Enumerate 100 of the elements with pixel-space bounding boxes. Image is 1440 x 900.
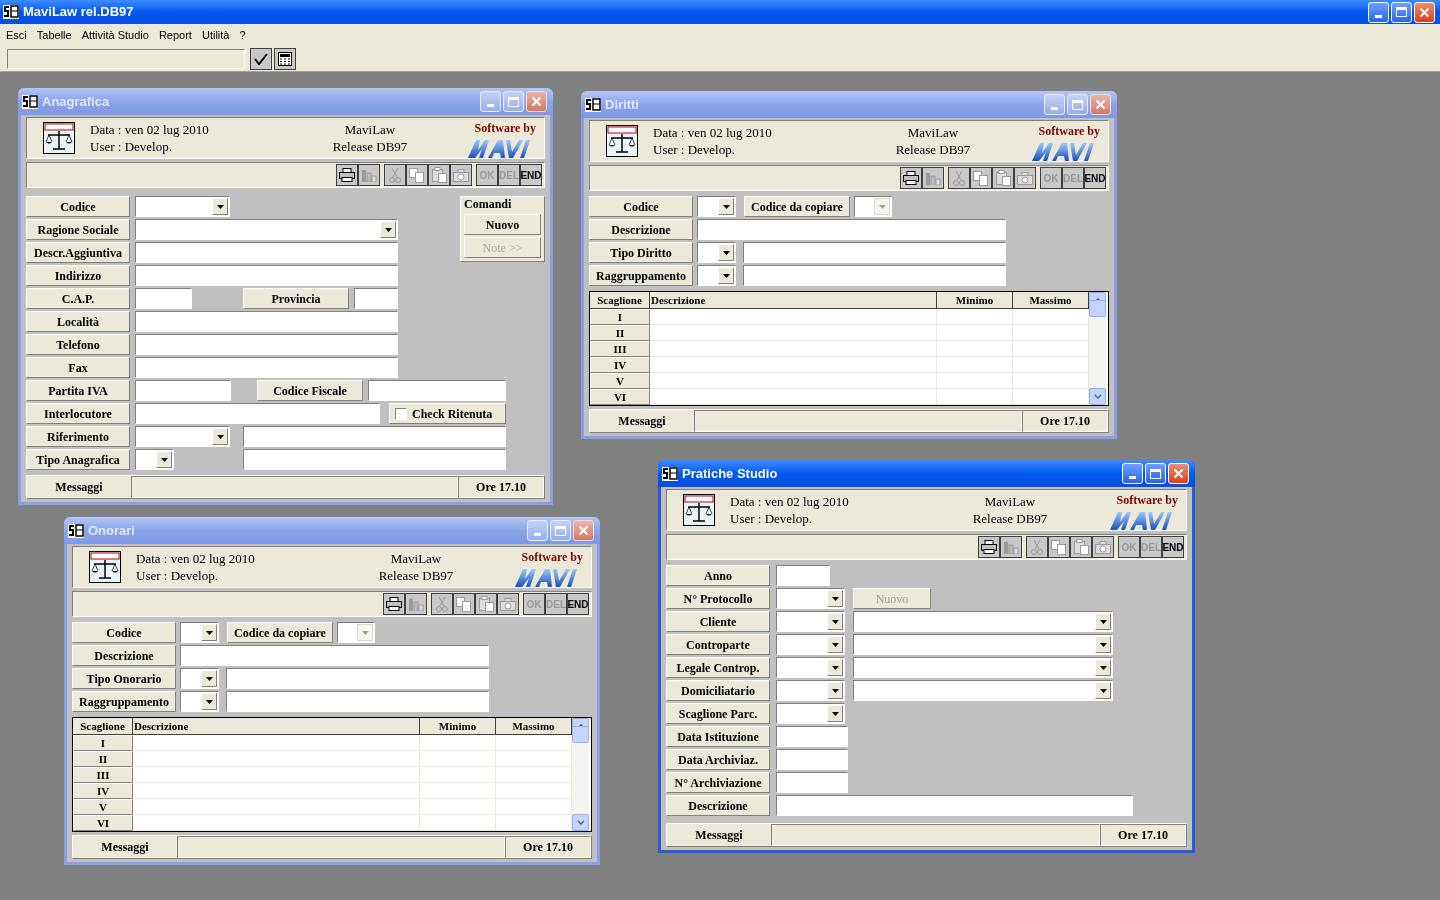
status-label: Messaggi (100, 839, 150, 856)
scrollbar[interactable] (1089, 292, 1106, 405)
toolbar-button[interactable]: END (1084, 167, 1106, 189)
text-field[interactable] (226, 668, 489, 689)
scroll-thumb[interactable] (1089, 300, 1106, 317)
row-header: V (590, 373, 650, 389)
dropdown-field[interactable] (853, 657, 1113, 678)
caret-icon (874, 198, 890, 215)
text-field[interactable] (743, 265, 1006, 286)
dropdown-field[interactable] (135, 196, 230, 217)
field-label: Data Istituzione (666, 726, 770, 747)
text-field[interactable] (776, 795, 1133, 816)
check-icon (254, 52, 268, 65)
toolbar-button[interactable] (383, 593, 405, 615)
dropdown-field[interactable] (135, 219, 398, 240)
menu-item[interactable]: Report (153, 26, 197, 44)
text-field[interactable] (135, 311, 398, 332)
dropdown-field[interactable] (776, 611, 845, 632)
maximize-button[interactable] (550, 520, 571, 541)
text-field[interactable] (135, 265, 398, 286)
clipboard-icon (431, 167, 447, 183)
text-field[interactable] (226, 691, 489, 712)
maximize-button[interactable] (503, 91, 524, 112)
minimize-button[interactable] (1044, 94, 1065, 115)
column-header: Scaglione (590, 292, 650, 309)
toolbar-button[interactable]: END (567, 593, 589, 615)
dropdown-field[interactable] (853, 611, 1113, 632)
caret-icon (357, 624, 373, 641)
menu-item[interactable]: Attività Studio (76, 26, 154, 44)
user-text: User : Develop. (90, 138, 173, 155)
dropdown-field[interactable] (135, 426, 230, 447)
dropdown-field[interactable] (776, 588, 845, 609)
dropdown-field[interactable] (180, 691, 219, 712)
window-title: MaviLaw rel.DB97 (23, 3, 134, 22)
scroll-thumb[interactable] (572, 726, 589, 743)
caret-icon (212, 198, 228, 215)
scrollbar[interactable] (572, 718, 589, 831)
dropdown-field[interactable] (697, 242, 736, 263)
text-field[interactable] (135, 288, 192, 309)
app-name: MaviLaw (984, 493, 1036, 510)
toolbar-button[interactable] (978, 536, 1000, 558)
field-label: Fax (26, 357, 130, 378)
checkbox[interactable] (395, 407, 407, 420)
field-label: Descr.Aggiuntiva (26, 242, 130, 263)
text-field[interactable] (243, 426, 506, 447)
menu-item[interactable]: Tabelle (31, 26, 77, 44)
text-field[interactable] (368, 380, 506, 401)
menu-item[interactable]: Esci (1, 26, 32, 44)
date-text: Data : ven 02 lug 2010 (136, 550, 256, 567)
caret-icon (827, 705, 843, 722)
close-icon (1419, 6, 1430, 18)
maximize-button[interactable] (1067, 94, 1088, 115)
field-label: Codice da copiare (744, 196, 850, 217)
minimize-button[interactable] (527, 520, 548, 541)
toolbar-button[interactable] (900, 167, 922, 189)
credit-text: Software by (521, 548, 583, 566)
printer-icon (386, 597, 402, 611)
command-button[interactable]: Nuovo (464, 214, 541, 235)
dropdown-field[interactable] (697, 265, 736, 286)
text-field[interactable] (776, 772, 848, 793)
release-text: Release DB97 (895, 141, 971, 158)
dropdown-field[interactable] (776, 657, 845, 678)
toolbar-button[interactable] (336, 164, 358, 186)
dropdown-field[interactable] (853, 680, 1113, 701)
text-field[interactable] (776, 726, 848, 747)
scales-icon (89, 551, 121, 583)
text-field[interactable] (180, 645, 489, 666)
scissors-icon (436, 596, 448, 612)
text-field[interactable] (135, 334, 398, 355)
text-field[interactable] (697, 219, 1006, 240)
checkbox-label: Check Ritenuta (412, 405, 493, 423)
dropdown-field[interactable] (180, 622, 219, 643)
calculator-button[interactable] (274, 47, 296, 70)
scales-icon (683, 494, 715, 526)
dropdown-field[interactable] (697, 196, 736, 217)
text-field[interactable] (135, 242, 398, 263)
close-button[interactable] (573, 520, 594, 541)
close-button[interactable] (526, 91, 547, 112)
dropdown-field[interactable] (776, 680, 845, 701)
toolbar-button[interactable]: END (520, 164, 542, 186)
text-field[interactable] (743, 242, 1006, 263)
text-field[interactable] (135, 403, 380, 424)
dropdown-field[interactable] (776, 634, 845, 655)
dropdown-field[interactable] (853, 634, 1113, 655)
text-field[interactable] (776, 749, 848, 770)
dropdown-field[interactable] (135, 449, 174, 470)
menu-item[interactable]: ? (234, 26, 251, 44)
text-field[interactable] (135, 380, 231, 401)
text-field[interactable] (354, 288, 398, 309)
close-button[interactable] (1090, 94, 1111, 115)
text-field[interactable] (135, 357, 398, 378)
check-button[interactable] (250, 47, 272, 70)
menu-item[interactable]: Utilità (196, 26, 235, 44)
text-field[interactable] (776, 565, 830, 586)
text-field[interactable] (243, 449, 506, 470)
toolbar-button[interactable]: END (1162, 536, 1184, 558)
dropdown-field[interactable] (180, 668, 219, 689)
text-field[interactable] (7, 48, 245, 69)
minimize-button[interactable] (480, 91, 501, 112)
dropdown-field[interactable] (776, 703, 845, 724)
